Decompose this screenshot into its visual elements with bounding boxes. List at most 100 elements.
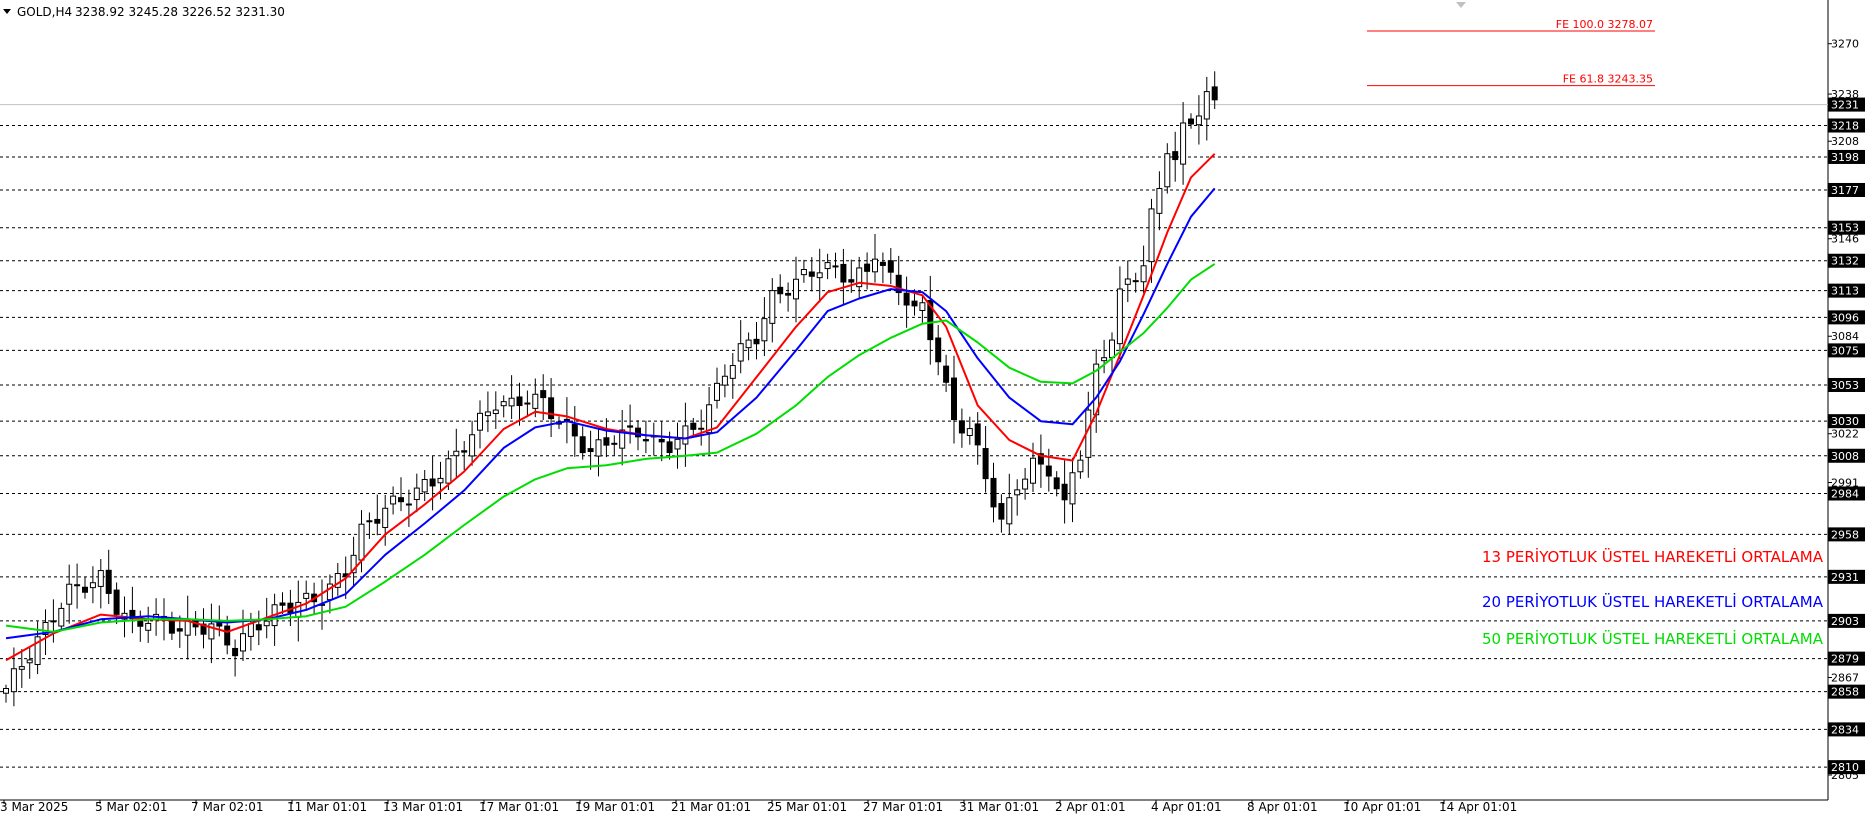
price-tick-label: 2991 (1831, 476, 1859, 489)
time-tick-label: 13 Mar 01:01 (383, 800, 463, 814)
candle-body (240, 633, 246, 652)
current-price-label: 3231 (1831, 99, 1859, 112)
legend-ema50: 50 PERİYOTLUK ÜSTEL HAREKETLİ ORTALAMA (1482, 629, 1824, 648)
candle-body (1148, 208, 1155, 263)
candle-body (1211, 86, 1218, 101)
candle-body (263, 620, 270, 627)
level-price-label: 2958 (1831, 528, 1859, 541)
candle-body (951, 377, 957, 421)
candle-body (429, 478, 436, 487)
level-price-label: 3096 (1831, 311, 1859, 324)
candle-body (990, 477, 997, 508)
level-price-label: 2903 (1831, 615, 1859, 628)
candle-body (26, 659, 33, 664)
candle-body (729, 365, 736, 379)
candle-body (832, 265, 839, 268)
candle-body (706, 404, 713, 434)
candle-body (548, 397, 555, 420)
candle-body (437, 477, 444, 484)
candle-body (800, 269, 807, 276)
candle-body (998, 503, 1005, 520)
fib-level-label: FE 61.8 3243.35 (1563, 73, 1653, 86)
symbol-label: GOLD,H4 (17, 5, 72, 19)
candle-body (919, 302, 926, 311)
price-axis: 3218319831773153313231133096307530533030… (1828, 38, 1865, 782)
candle-body (1124, 278, 1131, 285)
candle-body (50, 620, 57, 623)
time-tick-label: 2 Apr 01:01 (1055, 800, 1126, 814)
legend-ema20: 20 PERİYOTLUK ÜSTEL HAREKETLİ ORTALAMA (1482, 592, 1824, 611)
price-tick-label: 3022 (1831, 428, 1859, 441)
price-tick-label: 2805 (1831, 769, 1859, 782)
level-price-label: 3177 (1831, 184, 1859, 197)
candle-body (366, 520, 373, 523)
legend-ema13: 13 PERİYOTLUK ÜSTEL HAREKETLİ ORTALAMA (1482, 547, 1824, 566)
time-tick-label: 5 Mar 02:01 (95, 800, 168, 814)
level-price-label: 3030 (1831, 415, 1859, 428)
candle-body (1172, 151, 1179, 161)
candle-body (405, 503, 412, 506)
candle-body (674, 438, 681, 450)
candle-body (1156, 188, 1163, 214)
level-price-label: 3008 (1831, 450, 1859, 463)
candle-body (74, 584, 81, 587)
candle-body (413, 487, 420, 501)
level-price-label: 3113 (1831, 285, 1859, 298)
candle-body (1101, 357, 1108, 362)
candle-body (982, 448, 989, 480)
price-tick-label: 2867 (1831, 671, 1859, 684)
candle-body (627, 425, 634, 428)
price-tick-label: 3208 (1831, 135, 1859, 148)
candle-body (1077, 459, 1084, 473)
candle-body (887, 260, 894, 273)
candle-body (532, 393, 539, 409)
candle-body (18, 666, 25, 670)
candle-body (864, 263, 871, 272)
candle-body (808, 271, 815, 277)
candle-body (176, 628, 183, 632)
candle-body (903, 292, 910, 306)
candle-body (642, 439, 649, 442)
candle-body (469, 434, 476, 457)
candle-body (484, 411, 491, 417)
candle-body (500, 401, 507, 407)
candle-body (958, 420, 965, 434)
candle-body (714, 382, 720, 401)
candle-body (611, 442, 618, 445)
time-tick-label: 10 Apr 01:01 (1343, 800, 1421, 814)
candle-body (1164, 153, 1171, 188)
candle-body (974, 423, 981, 446)
level-price-label: 3053 (1831, 379, 1859, 392)
candle-body (398, 497, 404, 503)
candle-body (97, 570, 104, 587)
candle-body (911, 300, 918, 307)
candle-body (3, 688, 9, 694)
candle-body (666, 441, 673, 454)
price-chart[interactable]: FE 100.0 3278.07 FE 61.8 3243.35 3218 3198… (0, 0, 1865, 817)
candle-body (840, 263, 847, 283)
time-tick-label: 19 Mar 01:01 (575, 800, 655, 814)
candle-body (1140, 265, 1147, 283)
level-price-label: 3218 (1831, 120, 1859, 133)
candle-body (943, 365, 950, 383)
candle-body (603, 437, 610, 446)
candle-body (477, 412, 483, 431)
time-tick-label: 17 Mar 01:01 (479, 800, 559, 814)
level-price-label: 3132 (1831, 255, 1859, 268)
candle-body (492, 409, 499, 415)
candle-body (89, 582, 96, 589)
candle-body (690, 422, 697, 430)
candle-body (445, 458, 452, 484)
time-tick-label: 4 Apr 01:01 (1151, 800, 1222, 814)
candle-body (1180, 122, 1187, 165)
candle-body (785, 292, 792, 296)
candle-body (1053, 477, 1060, 490)
price-tick-label: 3146 (1831, 233, 1859, 246)
candle-body (682, 425, 689, 445)
candle-body (168, 620, 175, 634)
candle-body (753, 338, 760, 345)
candle-body (224, 625, 231, 646)
time-tick-label: 11 Mar 01:01 (287, 800, 367, 814)
candle-body (390, 495, 397, 505)
candle-body (461, 450, 468, 453)
